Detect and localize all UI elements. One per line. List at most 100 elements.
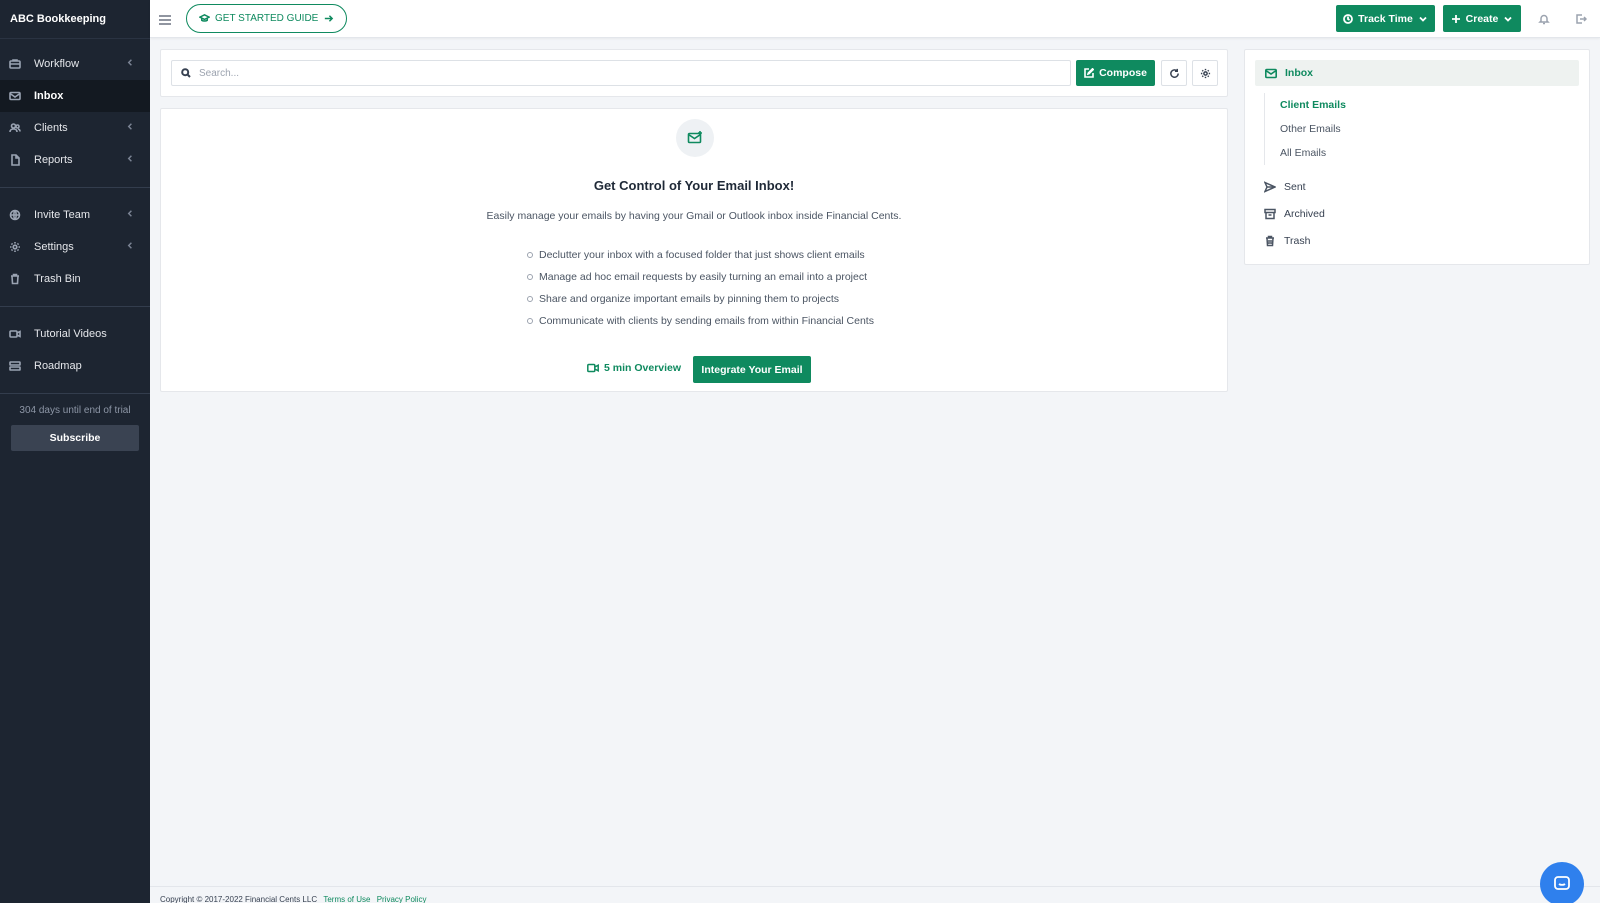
document-icon <box>8 153 22 167</box>
intro-title: Get Control of Your Email Inbox! <box>593 178 795 193</box>
chat-icon <box>1554 876 1570 890</box>
logout-icon[interactable] <box>1575 12 1588 24</box>
sidebar-item-label: Tutorial Videos <box>34 328 107 340</box>
list-item: Share and organize important emails by p… <box>527 293 874 315</box>
mail-badge <box>676 119 714 157</box>
list-item: Communicate with clients by sending emai… <box>527 315 874 337</box>
send-icon <box>1264 181 1276 193</box>
chat-widget-button[interactable] <box>1540 862 1584 903</box>
users-icon <box>8 121 22 135</box>
track-time-button[interactable]: Track Time <box>1336 5 1435 32</box>
email-intro-card: Get Control of Your Email Inbox! Easily … <box>160 108 1228 392</box>
sidebar-item-label: Inbox <box>34 90 64 102</box>
inbox-toolbar: Compose <box>160 49 1228 97</box>
sidebar-item-label: Reports <box>34 154 73 166</box>
trash-icon <box>1266 235 1274 247</box>
globe-icon <box>8 208 22 222</box>
sidebar: ABC Bookkeeping Workflow Inbox Clients R… <box>0 0 150 903</box>
search-input[interactable] <box>199 67 1059 79</box>
sidebar-item-label: Trash Bin <box>34 273 81 285</box>
chevron-down-icon <box>1419 16 1427 22</box>
sidebar-item-tutorial-videos[interactable]: Tutorial Videos <box>0 318 150 350</box>
search-field[interactable] <box>171 60 1071 86</box>
inbox-settings-button[interactable] <box>1192 60 1218 86</box>
subscribe-button[interactable]: Subscribe <box>11 425 139 451</box>
compose-label: Compose <box>1099 67 1147 79</box>
folder-inbox[interactable]: Inbox <box>1255 60 1579 86</box>
briefcase-icon <box>8 57 22 71</box>
sidebar-item-label: Workflow <box>34 58 80 70</box>
sidebar-item-label: Invite Team <box>34 209 91 221</box>
folder-trash-label: Trash <box>1284 235 1311 247</box>
feature-list: Declutter your inbox with a focused fold… <box>527 249 874 337</box>
subfolder-all-emails[interactable]: All Emails <box>1280 141 1346 165</box>
bell-icon[interactable] <box>1538 12 1550 25</box>
chevron-left-icon <box>126 209 136 219</box>
sidebar-item-roadmap[interactable]: Roadmap <box>0 350 150 382</box>
terms-link[interactable]: Terms of Use <box>323 895 370 903</box>
search-icon <box>181 68 191 78</box>
topbar: GET STARTED GUIDE Track Time Create <box>150 0 1600 38</box>
compose-icon <box>1084 68 1095 78</box>
copyright-text: Copyright © 2017-2022 Financial Cents LL… <box>160 895 318 903</box>
intro-subtitle: Easily manage your emails by having your… <box>486 210 902 222</box>
trash-icon <box>8 272 22 286</box>
trial-countdown: 304 days until end of trial <box>19 405 131 416</box>
privacy-link[interactable]: Privacy Policy <box>377 895 427 903</box>
mail-folders-panel: Inbox Client Emails Other Emails All Ema… <box>1244 49 1590 265</box>
sidebar-item-trash-bin[interactable]: Trash Bin <box>0 263 150 295</box>
graduation-cap-icon <box>199 14 210 22</box>
sidebar-nav: Workflow Inbox Clients Reports Invite Te… <box>0 39 150 394</box>
get-started-guide-button[interactable]: GET STARTED GUIDE <box>186 4 348 33</box>
chevron-down-icon <box>1504 16 1512 22</box>
folder-sent-label: Sent <box>1284 181 1306 193</box>
folder-inbox-label: Inbox <box>1285 67 1313 79</box>
brand-name[interactable]: ABC Bookkeeping <box>0 0 150 39</box>
sidebar-divider <box>0 187 150 188</box>
compose-button[interactable]: Compose <box>1076 60 1155 86</box>
refresh-button[interactable] <box>1161 60 1187 86</box>
sidebar-item-invite-team[interactable]: Invite Team <box>0 199 150 231</box>
create-button[interactable]: Create <box>1443 5 1521 32</box>
plus-icon <box>1451 14 1460 23</box>
subfolder-client-emails[interactable]: Client Emails <box>1280 93 1346 117</box>
sidebar-item-reports[interactable]: Reports <box>0 144 150 176</box>
gear-icon <box>1200 68 1210 78</box>
mail-plus-icon <box>687 131 702 144</box>
folder-sent[interactable]: Sent <box>1264 181 1306 193</box>
refresh-icon <box>1169 68 1179 78</box>
roadmap-icon <box>8 359 22 373</box>
sidebar-item-label: Roadmap <box>34 360 82 372</box>
clock-icon <box>1343 13 1354 24</box>
chevron-left-icon <box>126 154 136 164</box>
gear-icon <box>8 240 22 254</box>
create-label: Create <box>1465 12 1499 25</box>
sidebar-item-inbox[interactable]: Inbox <box>0 80 150 112</box>
subfolder-other-emails[interactable]: Other Emails <box>1280 117 1346 141</box>
overview-video-link[interactable]: 5 min Overview <box>587 362 681 374</box>
folder-archived[interactable]: Archived <box>1264 208 1325 220</box>
mail-icon <box>8 89 22 103</box>
video-icon <box>8 327 22 341</box>
list-item: Declutter your inbox with a focused fold… <box>527 249 874 271</box>
arrow-right-icon <box>325 15 334 22</box>
sidebar-divider <box>0 393 150 394</box>
track-time-label: Track Time <box>1358 12 1413 25</box>
sidebar-item-label: Clients <box>34 122 68 134</box>
sidebar-divider <box>0 306 150 307</box>
chevron-left-icon <box>126 58 136 68</box>
overview-label: 5 min Overview <box>604 362 682 374</box>
sidebar-item-clients[interactable]: Clients <box>0 112 150 144</box>
hamburger-menu-icon[interactable] <box>159 12 171 25</box>
mail-icon <box>1265 68 1277 78</box>
integrate-email-button[interactable]: Integrate Your Email <box>693 356 811 383</box>
sidebar-item-workflow[interactable]: Workflow <box>0 48 150 80</box>
folder-trash[interactable]: Trash <box>1264 235 1310 247</box>
archive-icon <box>1264 208 1276 220</box>
footer: Copyright © 2017-2022 Financial Cents LL… <box>150 886 1600 903</box>
sidebar-item-settings[interactable]: Settings <box>0 231 150 263</box>
chevron-left-icon <box>126 241 136 251</box>
sidebar-item-label: Settings <box>34 241 74 253</box>
get-started-guide-label: GET STARTED GUIDE <box>215 13 319 24</box>
chevron-left-icon <box>126 122 136 132</box>
